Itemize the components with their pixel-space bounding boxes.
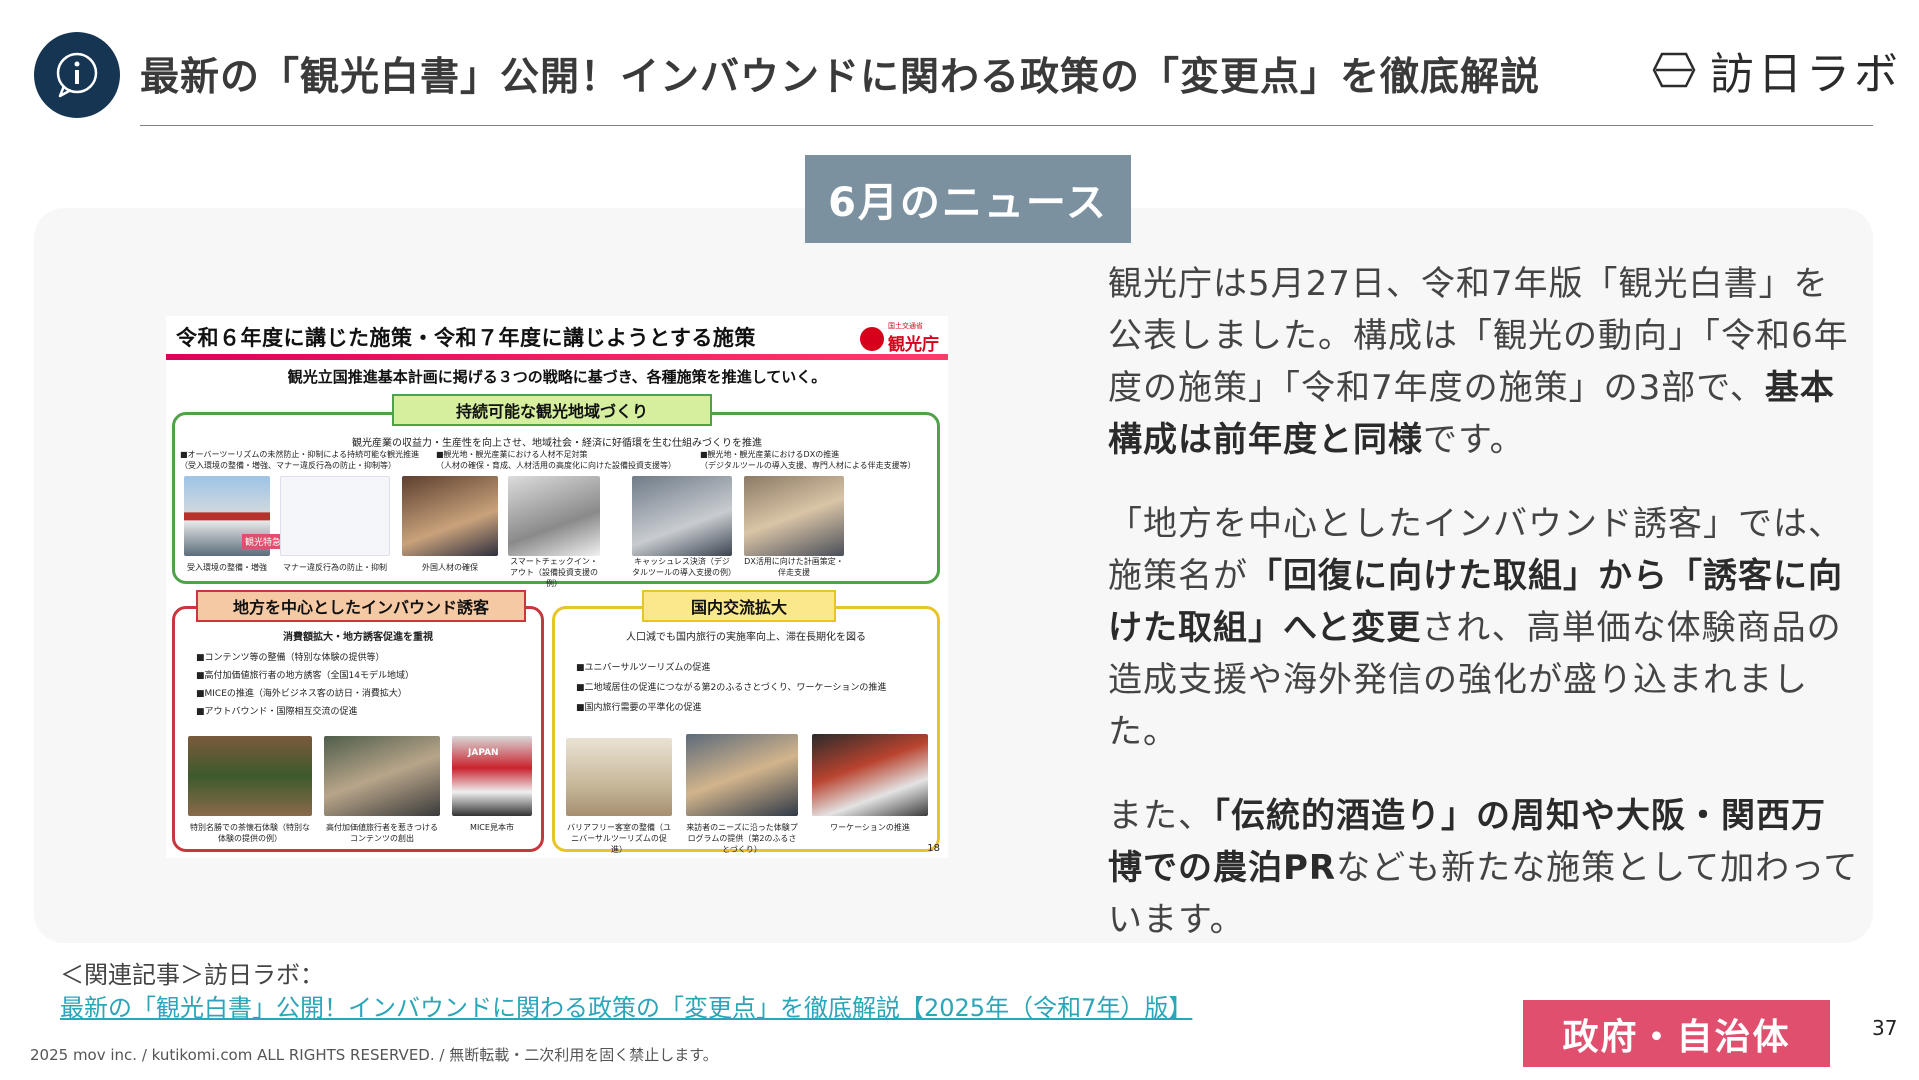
green-lead: 観光産業の収益力・生産性を向上させ、地域社会・経済に好循環を生む仕組みづくりを推… (352, 438, 762, 449)
news-tag: 6月のニュース (805, 155, 1131, 243)
policy-slide-image: 令和６年度に講じた施策・令和７年度に講じようとする施策 国土交通省 観光庁 観光… (166, 316, 948, 858)
caption-r2: 高付加価値旅行者を惹きつけるコンテンツの創出 (326, 823, 438, 843)
page-title: 最新の「観光白書」公開！インバウンドに関わる政策の「変更点」を徹底解説 (140, 55, 1541, 100)
category-badge: 政府・自治体 (1523, 1000, 1830, 1067)
green-col1b: （受入環境の整備・増強、マナー違反行為の防止・抑制等） (180, 461, 396, 470)
logo-text: 訪日ラボ (1710, 49, 1902, 100)
caption-g3: 外国人材の確保 (422, 563, 478, 572)
red-lead: 消費額拡大・地方誘客促進を重視 (283, 632, 433, 643)
caption-r3: MICE見本市 (470, 823, 514, 832)
info-chat-icon (34, 32, 120, 118)
red-section-label: 地方を中心としたインバウンド誘客 (196, 590, 526, 622)
slide-logo-small: 国土交通省 (888, 322, 923, 330)
mlit-logo-icon (860, 326, 884, 351)
green-col2a: ■観光地・観光産業における人材不足対策 (436, 450, 588, 459)
logo-mark-icon (1652, 52, 1696, 88)
photo-workation (812, 734, 928, 816)
yellow-item-1: ■ユニバーサルツーリズムの促進 (576, 663, 711, 673)
paragraph-1: 観光庁は5月27日、令和7年版「観光白書」を公表しました。構成は「観光の動向」「… (1108, 258, 1860, 466)
slide-number: 37 (1872, 1016, 1898, 1040)
red-item-1: ■コンテンツ等の整備（特別な体験の提供等） (196, 653, 385, 663)
brand-logo: 訪日ラボ (1652, 38, 1902, 102)
green-col2b: （人材の確保・育成、人材活用の高度化に向けた設備投資支援等） (436, 461, 676, 470)
caption-g6: DX活用に向けた計画策定・伴走支援 (744, 557, 844, 577)
red-item-4: ■アウトバウンド・国際相互交流の促進 (196, 707, 358, 717)
yellow-section-label: 国内交流拡大 (642, 590, 836, 622)
slide-logo: 国土交通省 観光庁 (860, 322, 939, 355)
p1-text-c: です。 (1423, 420, 1525, 460)
caption-y2: 来訪者のニーズに沿った体験プログラムの提供（第2のふるさとづくり） (686, 823, 798, 854)
caption-y3: ワーケーションの推進 (830, 823, 910, 832)
yellow-item-3: ■国内旅行需要の平準化の促進 (576, 703, 702, 713)
expo-sign: JAPAN (468, 748, 499, 758)
photo-barrier-free-room (566, 738, 672, 816)
p3-text-a: また、 (1108, 796, 1213, 836)
photo-tea-ceremony (188, 736, 312, 816)
caption-y1: バリアフリー客室の整備（ユニバーサルツーリズムの促進） (567, 823, 671, 854)
green-section-label: 持続可能な観光地域づくり (392, 394, 712, 426)
photo-experience-program (686, 734, 798, 816)
photo-foreign-staff (402, 476, 498, 556)
copyright-footer: 2025 mov inc. / kutikomi.com ALL RIGHTS … (30, 1046, 718, 1064)
bus-label: 観光特急 (242, 534, 285, 549)
photo-smart-checkin (508, 476, 600, 556)
caption-g2: マナー違反行為の防止・抑制 (283, 563, 387, 572)
related-article-label: ＜関連記事＞訪日ラボ： (60, 961, 324, 989)
caption-r1: 特別名勝での茶懐石体験（特別な体験の提供の例） (190, 823, 310, 843)
photo-cashless (632, 476, 732, 556)
paragraph-2: 「地方を中心としたインバウンド誘客」では、施策名が「回復に向けた取組」から「誘客… (1108, 498, 1860, 758)
green-col3a: ■観光地・観光産業におけるDXの推進 (700, 450, 840, 459)
green-col3b: （デジタルツールの導入支援、専門人材による伴走支援等） (700, 461, 916, 470)
green-col1a: ■オーバーツーリズムの未然防止・抑制による持続可能な観光推進 (180, 450, 420, 459)
article-body: 観光庁は5月27日、令和7年版「観光白書」を公表しました。構成は「観光の動向」「… (1108, 258, 1860, 978)
red-item-2: ■高付加価値旅行者の地方誘客（全国14モデル地域） (196, 671, 414, 681)
caption-g1: 受入環境の整備・増強 (187, 563, 267, 572)
photo-dx-meeting (744, 476, 844, 556)
red-item-3: ■MICEの推進（海外ビジネス客の訪日・消費拡大） (196, 689, 407, 699)
photo-manner-illustration (280, 476, 390, 556)
slide-title: 令和６年度に講じた施策・令和７年度に講じようとする施策 (176, 326, 756, 350)
related-article-link[interactable]: 最新の「観光白書」公開！インバウンドに関わる政策の「変更点」を徹底解説【2025… (60, 988, 1192, 1023)
slide-page-number: 18 (927, 843, 940, 854)
yellow-lead: 人口減でも国内旅行の実施率向上、滞在長期化を図る (626, 632, 866, 643)
yellow-item-2: ■二地域居住の促進につながる第2のふるさとづくり、ワーケーションの推進 (576, 683, 887, 693)
slide-subtitle: 観光立国推進基本計画に掲げる３つの戦略に基づき、各種施策を推進していく。 (287, 368, 827, 386)
header-divider (140, 125, 1873, 126)
p1-text-a: 観光庁は5月27日、令和7年版「観光白書」を公表しました。構成は「観光の動向」「… (1108, 264, 1849, 408)
caption-g5: キャッシュレス決済（デジタルツールの導入支援の例） (632, 557, 736, 577)
caption-g4: スマートチェックイン・アウト（設備投資支援の例） (510, 557, 598, 588)
slide-logo-text: 観光庁 (888, 335, 939, 355)
paragraph-3: また、「伝統的酒造り」の周知や大阪・関西万博での農泊PRなども新たな施策として加… (1108, 790, 1860, 946)
photo-hi-value-travel (324, 736, 440, 816)
slide-title-bar (166, 354, 948, 360)
